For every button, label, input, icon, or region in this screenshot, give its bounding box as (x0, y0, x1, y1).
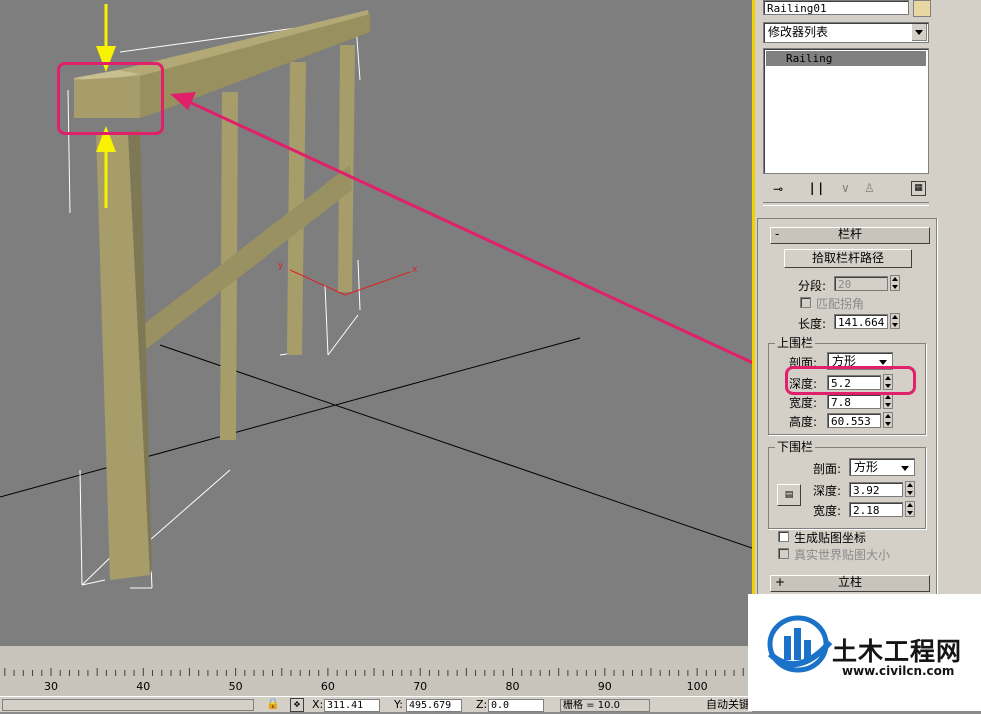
lower-depth-field[interactable]: 3.92 (849, 482, 903, 497)
stack-toolbar: ⊸ | | ∨ ♙ ▦ (763, 178, 929, 200)
segments-label: 分段: (798, 279, 827, 293)
top-height-field[interactable]: 60.553 (827, 413, 881, 428)
top-width-spinner[interactable] (883, 393, 893, 409)
railing-rollout: - 栏杆 拾取栏杆路径 分段: 20 匹配拐角 长度: 141.664 上围栏 … (757, 218, 937, 598)
match-corners-label: 匹配拐角 (816, 297, 865, 311)
watermark-title: 土木工程网 (832, 637, 963, 666)
grid-line-diagonal (159, 344, 752, 549)
divider (763, 202, 929, 206)
top-width-label: 宽度: (789, 396, 818, 410)
timeline-ruler[interactable]: 30 40 50 60 70 80 90 100 (0, 646, 752, 696)
lower-rail-group: 下围栏 剖面: 方形 ▤ 深度: 3.92 宽度: 2.18 (768, 440, 926, 529)
modifier-list-label: 修改器列表 (768, 25, 829, 39)
y-coordinate-field[interactable]: 495.679 (406, 699, 462, 712)
timeline-tick-label: 80 (506, 680, 520, 693)
lower-profile-dropdown[interactable]: 方形 (849, 458, 915, 476)
railing-rollout-header[interactable]: - 栏杆 (770, 227, 930, 244)
status-prompt (2, 699, 254, 711)
x-label: X: (312, 698, 324, 711)
length-label: 长度: (798, 317, 827, 331)
lower-profile-value: 方形 (854, 460, 879, 474)
depth-highlight (785, 366, 916, 395)
collapse-icon: - (775, 227, 780, 241)
top-rail-title: 上围栏 (775, 336, 816, 350)
lower-depth-spinner[interactable] (905, 481, 915, 497)
axis-label-x: x (412, 265, 418, 275)
stack-item-railing[interactable]: Railing (766, 51, 926, 66)
perspective-viewport[interactable]: y x (0, 0, 752, 646)
show-end-result-icon[interactable]: | | (810, 181, 823, 195)
timeline-tick-label: 100 (687, 680, 708, 693)
gen-mapping-label: 生成贴图坐标 (794, 531, 867, 545)
pin-icon[interactable]: ⊸ (773, 182, 783, 196)
z-label: Z: (476, 698, 488, 711)
expand-icon: + (775, 575, 786, 589)
chevron-down-icon (911, 24, 927, 41)
lower-rail-spacing-icon[interactable]: ▤ (777, 484, 801, 506)
object-color-swatch[interactable] (913, 0, 931, 17)
transform-mode-icon[interactable]: ✥ (290, 698, 304, 712)
auto-key-button[interactable]: 自动关键 (706, 698, 750, 711)
chevron-down-icon (898, 460, 913, 474)
modifier-stack[interactable]: Railing (763, 48, 929, 174)
top-height-spinner[interactable] (883, 412, 893, 428)
lock-icon[interactable]: 🔒 (266, 697, 280, 710)
timeline-tick-label: 90 (598, 680, 612, 693)
top-height-label: 高度: (789, 415, 818, 429)
length-spinner[interactable] (890, 313, 900, 329)
posts-rollout-header[interactable]: + 立柱 (770, 575, 930, 592)
pick-railing-path-button[interactable]: 拾取栏杆路径 (784, 249, 912, 268)
object-name-field[interactable]: Railing01 (763, 0, 909, 15)
timeline-tick-label: 60 (321, 680, 335, 693)
gen-mapping-checkbox[interactable] (778, 531, 789, 542)
timeline-ticks: 30 40 50 60 70 80 90 100 (0, 666, 752, 693)
lower-width-spinner[interactable] (905, 501, 915, 517)
z-coordinate-field[interactable]: 0.0 (488, 699, 544, 712)
y-label: Y: (394, 698, 403, 711)
timeline-tick-label: 50 (229, 680, 243, 693)
lower-profile-label: 剖面: (813, 462, 842, 476)
lower-width-label: 宽度: (813, 504, 842, 518)
remove-modifier-icon[interactable]: ♙ (864, 181, 875, 195)
axis-label-y: y (278, 261, 284, 271)
command-panel: Railing01 修改器列表 Railing ⊸ | | ∨ ♙ ▦ - 栏杆… (752, 0, 981, 646)
lower-rail-title: 下围栏 (775, 440, 816, 454)
timeline-tick-label: 30 (44, 680, 58, 693)
real-world-checkbox[interactable] (778, 548, 789, 559)
configure-sets-icon[interactable]: ▦ (911, 181, 926, 196)
timeline-tick-label: 70 (413, 680, 427, 693)
segments-spinner[interactable] (890, 275, 900, 291)
posts-rollout-title: 立柱 (837, 575, 862, 589)
railing-rollout-title: 栏杆 (837, 227, 862, 241)
modifier-list-dropdown[interactable]: 修改器列表 (763, 22, 929, 43)
x-coordinate-field[interactable]: 311.41 (324, 699, 380, 712)
segments-field[interactable]: 20 (834, 276, 888, 291)
lower-width-field[interactable]: 2.18 (849, 502, 903, 517)
top-rail-highlight (57, 62, 164, 135)
match-corners-checkbox[interactable] (800, 297, 811, 308)
callout-arrow (170, 92, 752, 365)
watermark-logo: 土木工程网 www.civilcn.com (748, 594, 981, 711)
grid-size-display: 栅格 = 10.0 (560, 699, 650, 712)
top-width-field[interactable]: 7.8 (827, 394, 881, 409)
status-bar: 🔒 ✥ X: 311.41 Y: 495.679 Z: 0.0 栅格 = 10.… (0, 696, 752, 712)
watermark-url: www.civilcn.com (842, 664, 955, 678)
lower-depth-label: 深度: (813, 484, 842, 498)
grid-line-horizontal (0, 337, 581, 498)
length-field[interactable]: 141.664 (834, 314, 888, 329)
timeline-tick-label: 40 (136, 680, 150, 693)
real-world-label: 真实世界贴图大小 (794, 548, 891, 562)
make-unique-icon[interactable]: ∨ (841, 181, 850, 195)
